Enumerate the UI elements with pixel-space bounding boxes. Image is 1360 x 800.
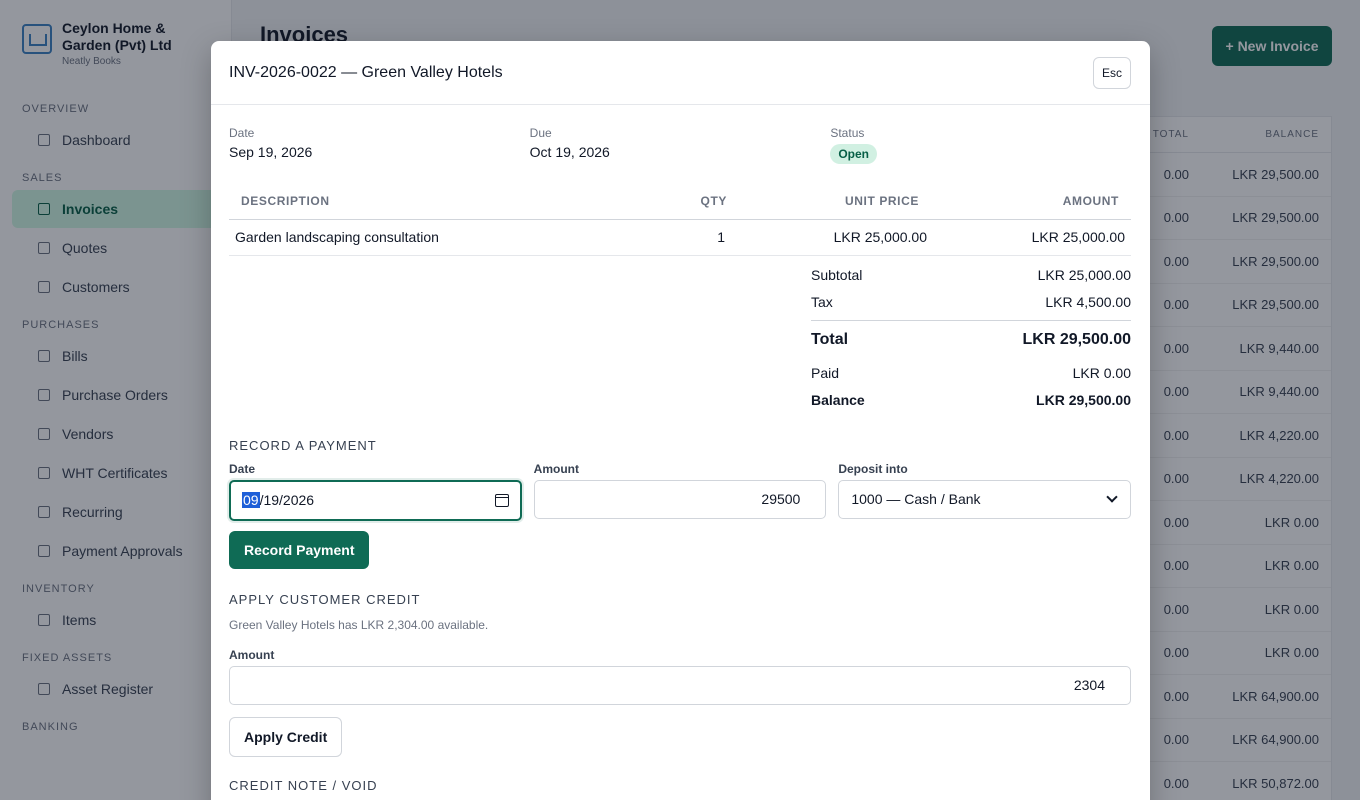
totals-summary: Subtotal LKR 25,000.00 Tax LKR 4,500.00 … [811,262,1131,414]
payment-date-rest[interactable]: /19/2026 [260,492,315,508]
column-header-qty: QTY [679,187,739,220]
payment-date-input[interactable]: 09 /19/2026 [229,479,522,521]
modal-title: INV-2026-0022 — Green Valley Hotels [229,63,503,81]
credit-amount-label: Amount [229,647,275,662]
paid-row: Paid LKR 0.00 [811,360,1131,387]
total-row: Total LKR 29,500.00 [811,319,1131,360]
record-payment-button[interactable]: Record Payment [229,530,370,569]
deposit-into-value[interactable]: 1000 — Cash / Bank [851,491,980,507]
available-credit-note: Green Valley Hotels has LKR 2,304.00 ava… [229,617,489,632]
modal-header: INV-2026-0022 — Green Valley Hotels Esc [211,41,1150,105]
column-header-unit-price: UNIT PRICE [739,187,931,220]
credit-note-void-heading: CREDIT NOTE / VOID [229,777,378,793]
invoice-meta: Date Sep 19, 2026 Due Oct 19, 2026 Statu… [229,125,1131,185]
subtotal-label: Subtotal [811,267,863,283]
date-value: Sep 19, 2026 [229,144,313,160]
deposit-into-label: Deposit into [838,461,908,476]
close-button[interactable]: Esc [1093,56,1131,89]
column-header-description: DESCRIPTION [229,187,679,220]
tax-row: Tax LKR 4,500.00 [811,289,1131,316]
apply-credit-heading: APPLY CUSTOMER CREDIT [229,591,421,607]
tax-label: Tax [811,294,833,310]
paid-label: Paid [811,365,840,381]
line-items-table: DESCRIPTION QTY UNIT PRICE AMOUNT Garden… [229,187,1131,256]
deposit-into-select[interactable]: 1000 — Cash / Bank [838,479,1132,519]
status-badge: Open [830,144,878,164]
chevron-down-icon[interactable] [1106,491,1118,503]
calendar-icon[interactable] [494,493,509,507]
invoice-modal: INV-2026-0022 — Green Valley Hotels Esc … [211,41,1150,800]
balance-row: Balance LKR 29,500.00 [811,387,1131,414]
line-item-row: Garden landscaping consultation 1 LKR 25… [229,219,1131,256]
date-label: Date [229,126,255,140]
subtotal-value: LKR 25,000.00 [1037,267,1131,283]
line-item-qty: 1 [679,219,739,256]
payment-amount-label: Amount [533,461,579,476]
line-item-description: Garden landscaping consultation [229,219,679,256]
credit-amount-input[interactable]: 2304 [229,665,1131,705]
balance-label: Balance [811,392,865,408]
total-value: LKR 29,500.00 [1022,331,1131,348]
payment-date-label: Date [229,461,256,476]
apply-credit-button[interactable]: Apply Credit [229,716,343,757]
payment-amount-input[interactable]: 29500 [533,479,827,519]
status-label: Status [830,126,865,140]
column-header-amount: AMOUNT [931,187,1131,220]
tax-value: LKR 4,500.00 [1045,294,1131,310]
subtotal-row: Subtotal LKR 25,000.00 [811,262,1131,289]
record-payment-heading: RECORD A PAYMENT [229,437,377,453]
total-label: Total [811,331,849,348]
line-item-amount: LKR 25,000.00 [931,219,1131,256]
line-item-unit-price: LKR 25,000.00 [739,219,931,256]
balance-value: LKR 29,500.00 [1036,392,1131,408]
payment-date-month-segment[interactable]: 09 [242,492,260,508]
record-payment-form: Date 09 /19/2026 Amount 29500 Deposit in… [229,460,1132,521]
line-items-header: DESCRIPTION QTY UNIT PRICE AMOUNT [229,187,1131,220]
due-label: Due [529,126,552,140]
modal-body: Date Sep 19, 2026 Due Oct 19, 2026 Statu… [211,105,1150,796]
paid-value: LKR 0.00 [1072,365,1131,381]
due-value: Oct 19, 2026 [529,144,610,160]
